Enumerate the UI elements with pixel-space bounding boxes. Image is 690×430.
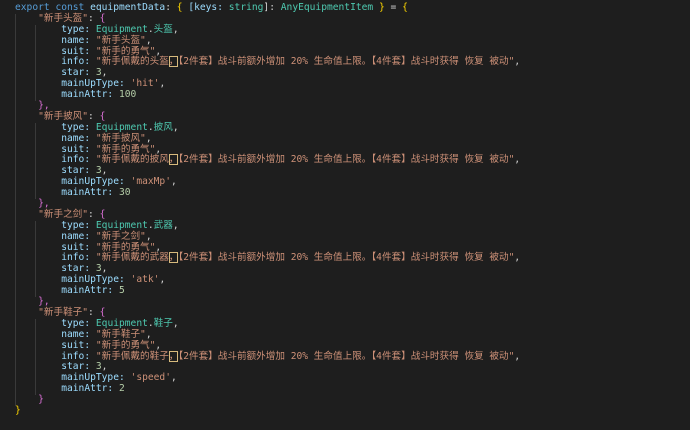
item-key: "新手鞋子" <box>38 306 89 318</box>
type-member: 披风 <box>153 121 173 133</box>
keyword-const: const <box>55 2 85 13</box>
item-close: }, <box>38 100 50 112</box>
item-key: "新手之剑" <box>38 208 89 220</box>
prop-type: type: <box>61 23 91 35</box>
item-close: } <box>38 394 44 406</box>
prop-type: type: <box>61 219 91 231</box>
suit-value: "新手的勇气" <box>95 339 156 351</box>
assign-operator: = <box>390 2 397 13</box>
brace: { <box>99 208 106 220</box>
index-signature-close: ]: <box>263 2 275 13</box>
type-object: Equipment <box>95 317 148 329</box>
name-value: "新手之剑" <box>95 230 146 242</box>
item-close: }, <box>38 296 50 308</box>
type-object: Equipment <box>95 219 148 231</box>
highlighted-char: ， <box>168 56 179 68</box>
main-up-type-value: 'maxMp' <box>130 176 171 188</box>
name-value: "新手鞋子" <box>95 328 146 340</box>
prop-star: star: <box>61 263 91 275</box>
prop-star: star: <box>61 361 91 373</box>
highlighted-char: ， <box>168 350 179 362</box>
prop-suit: suit: <box>61 241 91 253</box>
prop-info: info: <box>61 252 91 264</box>
type-object: Equipment <box>95 121 148 133</box>
prop-suit: suit: <box>61 45 91 57</box>
suit-value: "新手的勇气" <box>95 241 156 253</box>
outer-brace-close: } <box>15 404 21 416</box>
prop-info: info: <box>61 56 91 68</box>
info-value: "新手佩戴的鞋子，【2件套】战斗前额外增加 20% 生命值上限。【4件套】战斗时… <box>95 350 515 362</box>
outer-brace-open: { <box>402 2 408 13</box>
type-object: Equipment <box>95 23 148 35</box>
brace: { <box>176 2 183 13</box>
highlighted-char: ， <box>168 252 179 264</box>
code-line: mainAttr: 5 <box>0 285 690 298</box>
index-type: string <box>228 2 264 13</box>
prop-suit: suit: <box>61 339 91 351</box>
name-value: "新手披风" <box>95 132 146 144</box>
brace: { <box>99 110 106 122</box>
type-member: 武器 <box>153 219 173 231</box>
prop-star: star: <box>61 67 91 79</box>
code-editor[interactable]: export const equipmentData: { [keys: str… <box>0 0 690 430</box>
main-up-type-value: 'atk' <box>130 274 160 286</box>
prop-main-up-type: mainUpType: <box>61 78 125 90</box>
item-key: "新手头盔" <box>38 12 89 24</box>
prop-name: name: <box>61 230 91 242</box>
item-key: "新手披风" <box>38 110 89 122</box>
prop-main-up-type: mainUpType: <box>61 274 125 286</box>
prop-suit: suit: <box>61 143 91 155</box>
equipment-items: "新手头盔": { type: Equipment.头盔, name: "新手头… <box>0 12 690 406</box>
main-attr-value: 2 <box>118 383 125 395</box>
prop-main-attr: mainAttr: <box>61 383 114 395</box>
type-member: 头盔 <box>153 23 173 35</box>
type-member: 鞋子 <box>153 317 173 329</box>
info-value: "新手佩戴的头盔，【2件套】战斗前额外增加 20% 生命值上限。【4件套】战斗时… <box>95 56 515 68</box>
prop-main-attr: mainAttr: <box>61 187 114 199</box>
main-up-type-value: 'speed' <box>130 372 171 384</box>
main-attr-value: 5 <box>118 285 125 297</box>
main-attr-value: 100 <box>118 89 137 101</box>
prop-info: info: <box>61 350 91 362</box>
brace: { <box>99 12 106 24</box>
info-value: "新手佩戴的披风，【2件套】战斗前额外增加 20% 生命值上限。【4件套】战斗时… <box>95 154 515 166</box>
code-line: } <box>0 394 690 406</box>
code-line: } <box>0 404 690 417</box>
item-close: }, <box>38 198 50 210</box>
main-attr-value: 30 <box>118 187 131 199</box>
prop-type: type: <box>61 121 91 133</box>
highlighted-char: ， <box>168 154 179 166</box>
variable-name: equipmentData <box>90 2 166 13</box>
prop-main-attr: mainAttr: <box>61 285 114 297</box>
index-signature-open: [keys: <box>188 2 223 13</box>
code-line: mainAttr: 2 <box>0 383 690 396</box>
suit-value: "新手的勇气" <box>95 45 156 57</box>
suit-value: "新手的勇气" <box>95 143 156 155</box>
keyword-export: export <box>15 2 50 13</box>
colon: : <box>165 2 171 13</box>
prop-name: name: <box>61 328 91 340</box>
brace: } <box>378 2 385 13</box>
code-line: mainAttr: 100 <box>0 89 690 102</box>
type-name: AnyEquipmentItem <box>280 2 374 13</box>
prop-name: name: <box>61 132 91 144</box>
prop-type: type: <box>61 317 91 329</box>
prop-main-up-type: mainUpType: <box>61 372 125 384</box>
prop-name: name: <box>61 34 91 46</box>
brace: { <box>99 306 106 318</box>
main-up-type-value: 'hit' <box>130 78 160 90</box>
name-value: "新手头盔" <box>95 34 146 46</box>
prop-main-attr: mainAttr: <box>61 89 114 101</box>
info-value: "新手佩戴的武器，【2件套】战斗前额外增加 20% 生命值上限。【4件套】战斗时… <box>95 252 515 264</box>
prop-star: star: <box>61 165 91 177</box>
code-line: mainAttr: 30 <box>0 187 690 200</box>
prop-main-up-type: mainUpType: <box>61 176 125 188</box>
prop-info: info: <box>61 154 91 166</box>
